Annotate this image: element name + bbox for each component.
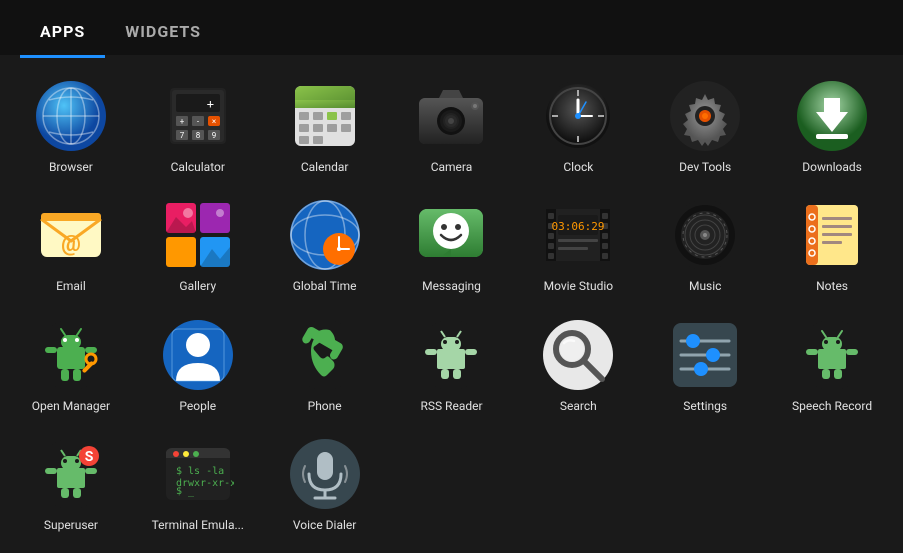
app-label: Movie Studio bbox=[544, 279, 614, 293]
gallery-icon bbox=[162, 199, 234, 271]
app-settings[interactable]: Settings bbox=[644, 307, 766, 421]
apps-grid: Browser + + - × 7 8 9 Cal bbox=[0, 58, 903, 551]
app-label: Calculator bbox=[171, 160, 225, 174]
app-label: Phone bbox=[308, 399, 342, 413]
app-email[interactable]: @ Email bbox=[10, 187, 132, 301]
svg-text:S: S bbox=[85, 449, 94, 465]
app-label: Search bbox=[560, 399, 597, 413]
app-label: Settings bbox=[683, 399, 727, 413]
app-label: Email bbox=[56, 279, 86, 293]
music-icon bbox=[669, 199, 741, 271]
app-label: Voice Dialer bbox=[293, 518, 356, 532]
app-rssreader[interactable]: RSS Reader bbox=[391, 307, 513, 421]
app-globaltime[interactable]: Global Time bbox=[264, 187, 386, 301]
app-label: Camera bbox=[431, 160, 473, 174]
svg-text:03:06:29: 03:06:29 bbox=[552, 220, 605, 233]
globaltime-icon bbox=[289, 199, 361, 271]
downloads-icon bbox=[796, 80, 868, 152]
app-downloads[interactable]: Downloads bbox=[771, 68, 893, 182]
app-label: Calendar bbox=[301, 160, 349, 174]
app-label: People bbox=[179, 399, 216, 413]
calendar-icon bbox=[289, 80, 361, 152]
app-label: Messaging bbox=[422, 279, 481, 293]
app-superuser[interactable]: S Superuser bbox=[10, 426, 132, 540]
tab-apps[interactable]: APPS bbox=[20, 8, 105, 55]
moviestudio-icon: 03:06:29 bbox=[542, 199, 614, 271]
app-camera[interactable]: Camera bbox=[391, 68, 513, 182]
camera-icon bbox=[415, 80, 487, 152]
devtools-icon bbox=[669, 80, 741, 152]
app-label: Global Time bbox=[293, 279, 357, 293]
app-label: Superuser bbox=[44, 518, 98, 532]
voicedialer-icon bbox=[289, 438, 361, 510]
app-phone[interactable]: Phone bbox=[264, 307, 386, 421]
openmanager-icon bbox=[35, 319, 107, 391]
superuser-icon: S bbox=[35, 438, 107, 510]
app-speechrecord[interactable]: Speech Record bbox=[771, 307, 893, 421]
app-label: Clock bbox=[563, 160, 593, 174]
email-icon: @ bbox=[35, 199, 107, 271]
browser-icon bbox=[35, 80, 107, 152]
app-terminal[interactable]: $ ls -la drwxr-xr-x $ _ Terminal Emula..… bbox=[137, 426, 259, 540]
app-music[interactable]: Music bbox=[644, 187, 766, 301]
rssreader-icon bbox=[415, 319, 487, 391]
app-calculator[interactable]: + + - × 7 8 9 Calculator bbox=[137, 68, 259, 182]
svg-text:@: @ bbox=[61, 232, 81, 257]
app-messaging[interactable]: Messaging bbox=[391, 187, 513, 301]
speechrecord-icon bbox=[796, 319, 868, 391]
svg-text:$ _: $ _ bbox=[176, 486, 195, 497]
app-devtools[interactable]: Dev Tools bbox=[644, 68, 766, 182]
svg-text:9: 9 bbox=[212, 131, 217, 140]
app-label: Speech Record bbox=[792, 399, 872, 413]
calculator-icon: + + - × 7 8 9 bbox=[162, 80, 234, 152]
tab-widgets[interactable]: WIDGETS bbox=[105, 8, 221, 55]
svg-text:+: + bbox=[179, 117, 184, 126]
app-label: Music bbox=[689, 279, 721, 293]
app-label: Notes bbox=[816, 279, 848, 293]
app-gallery[interactable]: Gallery bbox=[137, 187, 259, 301]
app-label: Dev Tools bbox=[679, 160, 731, 174]
app-label: Open Manager bbox=[32, 399, 110, 413]
notes-icon bbox=[796, 199, 868, 271]
clock-icon bbox=[542, 80, 614, 152]
app-search[interactable]: Search bbox=[517, 307, 639, 421]
terminal-icon: $ ls -la drwxr-xr-x $ _ bbox=[162, 438, 234, 510]
svg-text:7: 7 bbox=[180, 131, 185, 140]
app-browser[interactable]: Browser bbox=[10, 68, 132, 182]
app-label: Browser bbox=[49, 160, 93, 174]
messaging-icon bbox=[415, 199, 487, 271]
svg-text:×: × bbox=[212, 117, 216, 126]
app-label: Downloads bbox=[802, 160, 862, 174]
app-label: RSS Reader bbox=[420, 399, 482, 413]
app-label: Terminal Emula... bbox=[152, 518, 244, 532]
app-clock[interactable]: Clock bbox=[517, 68, 639, 182]
svg-text:8: 8 bbox=[196, 131, 201, 140]
svg-text:$ ls -la: $ ls -la bbox=[176, 466, 224, 477]
search-icon-app bbox=[542, 319, 614, 391]
app-moviestudio[interactable]: 03:06:29 Movie Studio bbox=[517, 187, 639, 301]
app-people[interactable]: People bbox=[137, 307, 259, 421]
app-openmanager[interactable]: Open Manager bbox=[10, 307, 132, 421]
app-voicedialer[interactable]: Voice Dialer bbox=[264, 426, 386, 540]
app-label: Gallery bbox=[179, 279, 216, 293]
app-notes[interactable]: Notes bbox=[771, 187, 893, 301]
settings-icon bbox=[669, 319, 741, 391]
header: APPS WIDGETS bbox=[0, 0, 903, 58]
app-calendar[interactable]: Calendar bbox=[264, 68, 386, 182]
people-icon bbox=[162, 319, 234, 391]
phone-icon bbox=[289, 319, 361, 391]
svg-text:+: + bbox=[207, 97, 214, 111]
